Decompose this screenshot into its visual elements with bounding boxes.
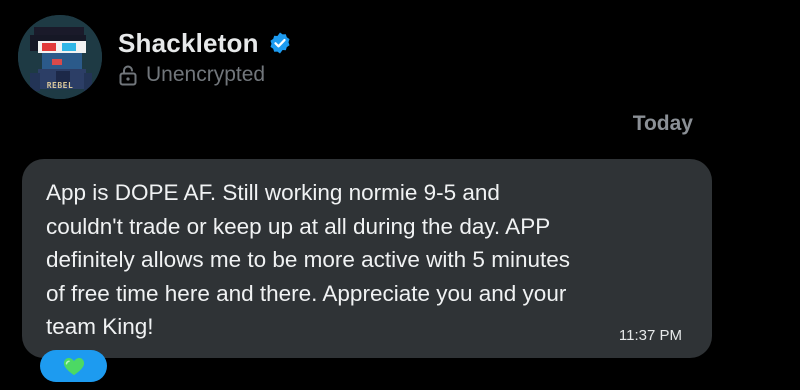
name-row: Shackleton <box>118 27 292 59</box>
message-text: App is DOPE AF. Still working normie 9-5… <box>46 180 570 339</box>
verified-badge-icon <box>268 31 292 55</box>
reaction-pill[interactable] <box>40 350 107 382</box>
message-timestamp: 11:37 PM <box>618 327 682 344</box>
green-heart-icon <box>62 354 86 378</box>
contact-name[interactable]: Shackleton <box>118 28 259 59</box>
encryption-label: Unencrypted <box>146 63 266 86</box>
encryption-status: Unencrypted <box>118 63 292 87</box>
conversation-header: REBEL Shackleton Unencrypted <box>18 15 292 105</box>
avatar-badge-text: REBEL <box>46 81 74 90</box>
date-separator: Today <box>632 112 693 135</box>
contact-info: Shackleton Unencrypted <box>118 15 292 87</box>
lock-icon <box>118 64 138 86</box>
message-bubble[interactable]: App is DOPE AF. Still working normie 9-5… <box>22 159 712 358</box>
avatar[interactable]: REBEL <box>18 15 102 99</box>
